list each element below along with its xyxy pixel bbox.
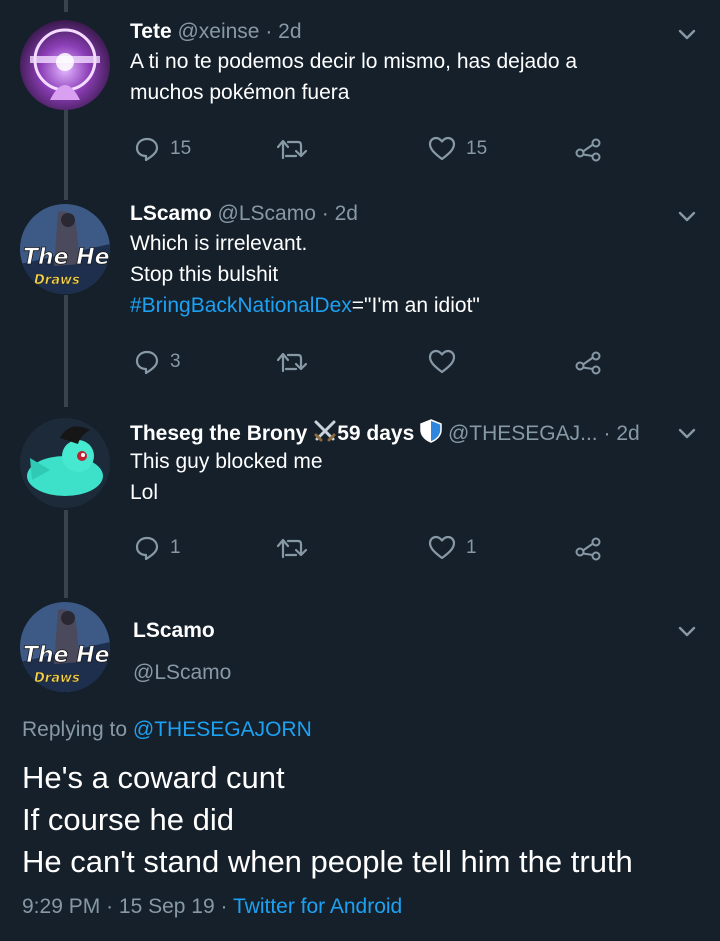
avatar[interactable]: [20, 20, 110, 110]
tweet-text-suffix: ="I'm an idiot": [351, 294, 480, 317]
reply-count: 3: [170, 351, 181, 372]
tweet-line: He's a coward cunt: [22, 760, 285, 795]
share-icon: [575, 537, 601, 561]
tweet[interactable]: The He Draws LScamo @LScamo · 2d Which i…: [0, 190, 720, 400]
tweet-line: muchos pokémon fuera: [130, 81, 350, 104]
main-author-name[interactable]: LScamo: [133, 619, 215, 643]
separator: ·: [220, 895, 228, 918]
replying-to-link[interactable]: @THESEGAJORN: [133, 718, 312, 741]
tweet-line: He can't stand when people tell him the …: [22, 844, 633, 879]
chevron-down-icon[interactable]: [676, 205, 698, 227]
retweet-button[interactable]: [276, 535, 308, 561]
avatar-sub: Draws: [34, 273, 80, 288]
avatar-brand: The He: [23, 245, 110, 270]
reply-button[interactable]: 1: [134, 535, 181, 561]
chevron-down-icon[interactable]: [676, 422, 698, 444]
tweet-line: #BringBackNationalDex="I'm an idiot": [130, 290, 480, 321]
author-handle[interactable]: @LScamo: [218, 202, 316, 225]
avatar-sub: Draws: [34, 671, 80, 686]
author-name-suffix: 59 days: [337, 422, 415, 445]
hashtag-link[interactable]: #BringBackNationalDex: [130, 294, 352, 317]
tweet-text: This guy blocked me Lol: [130, 446, 323, 508]
reply-icon: [135, 536, 159, 561]
tweet-actions: 3: [130, 349, 610, 381]
share-button[interactable]: [574, 136, 602, 162]
chevron-down-icon[interactable]: [676, 23, 698, 45]
main-tweet-text: He's a coward cunt If course he did He c…: [22, 757, 633, 883]
reply-count: 15: [170, 138, 192, 159]
tweet-header: LScamo @LScamo · 2d: [130, 202, 358, 226]
like-icon: [428, 136, 456, 161]
tweet-source-link[interactable]: Twitter for Android: [233, 895, 402, 918]
retweet-icon: [276, 139, 308, 160]
like-button[interactable]: 1: [428, 535, 477, 561]
retweet-icon: [276, 352, 308, 373]
share-button[interactable]: [574, 349, 602, 375]
avatar[interactable]: The He Draws: [20, 204, 110, 294]
tweet-time[interactable]: · 2d: [322, 202, 358, 225]
tweet[interactable]: Theseg the Brony 59 days @THESEGAJ... · …: [0, 400, 720, 600]
tweet-time[interactable]: · 2d: [265, 20, 301, 43]
replying-prefix: Replying to: [22, 718, 128, 741]
reply-button[interactable]: 15: [134, 136, 191, 162]
share-icon: [575, 351, 601, 375]
avatar[interactable]: [20, 418, 110, 508]
tweet-header: Tete @xeinse · 2d: [130, 20, 302, 44]
reply-icon: [135, 350, 159, 375]
retweet-icon: [276, 538, 308, 559]
reply-icon: [135, 137, 159, 162]
separator: ·: [106, 895, 114, 918]
reply-count: 1: [170, 537, 181, 558]
retweet-button[interactable]: [276, 349, 308, 375]
avatar[interactable]: The He Draws: [20, 602, 110, 692]
tweet-line: Stop this bulshit: [130, 263, 279, 286]
like-icon: [428, 535, 456, 560]
tweet[interactable]: Tete @xeinse · 2d A ti no te podemos dec…: [0, 0, 720, 190]
author-handle[interactable]: @xeinse: [177, 20, 259, 43]
tweet-footer: 9:29 PM · 15 Sep 19 · Twitter for Androi…: [22, 895, 402, 919]
author-name[interactable]: Theseg the Brony: [130, 422, 307, 445]
like-count: 15: [466, 138, 488, 159]
author-name[interactable]: LScamo: [130, 202, 212, 225]
tweet-timestamp: 9:29 PM: [22, 895, 101, 918]
tweet-line: Which is irrelevant.: [130, 232, 308, 255]
tweet-actions: 1 1: [130, 535, 610, 567]
tweet-actions: 15 15: [130, 136, 610, 168]
tweet-header: Theseg the Brony 59 days @THESEGAJ... · …: [130, 419, 640, 446]
like-icon: [428, 349, 456, 374]
like-count: 1: [466, 537, 477, 558]
share-button[interactable]: [574, 535, 602, 561]
tweet-line: This guy blocked me: [130, 450, 323, 473]
author-handle[interactable]: @THESEGAJ...: [448, 422, 598, 445]
like-button[interactable]: [428, 349, 456, 375]
share-icon: [575, 138, 601, 162]
author-name[interactable]: Tete: [130, 20, 172, 43]
replying-to: Replying to @THESEGAJORN: [22, 718, 312, 742]
tweet-date: 15 Sep 19: [118, 895, 215, 918]
like-button[interactable]: 15: [428, 136, 487, 162]
tweet-time[interactable]: · 2d: [604, 422, 640, 445]
retweet-button[interactable]: [276, 136, 308, 162]
tweet-line: If course he did: [22, 802, 234, 837]
avatar-brand: The He: [23, 643, 110, 668]
shield-icon: [420, 419, 442, 443]
crossed-swords-icon: [314, 420, 336, 442]
tweet-line: Lol: [130, 481, 159, 504]
main-author-handle[interactable]: @LScamo: [133, 661, 231, 685]
chevron-down-icon[interactable]: [676, 620, 698, 642]
tweet-line: A ti no te podemos decir lo mismo, has d…: [130, 50, 578, 73]
reply-button[interactable]: 3: [134, 349, 181, 375]
tweet-text: Which is irrelevant. Stop this bulshit #…: [130, 228, 480, 321]
tweet-text: A ti no te podemos decir lo mismo, has d…: [130, 46, 577, 108]
